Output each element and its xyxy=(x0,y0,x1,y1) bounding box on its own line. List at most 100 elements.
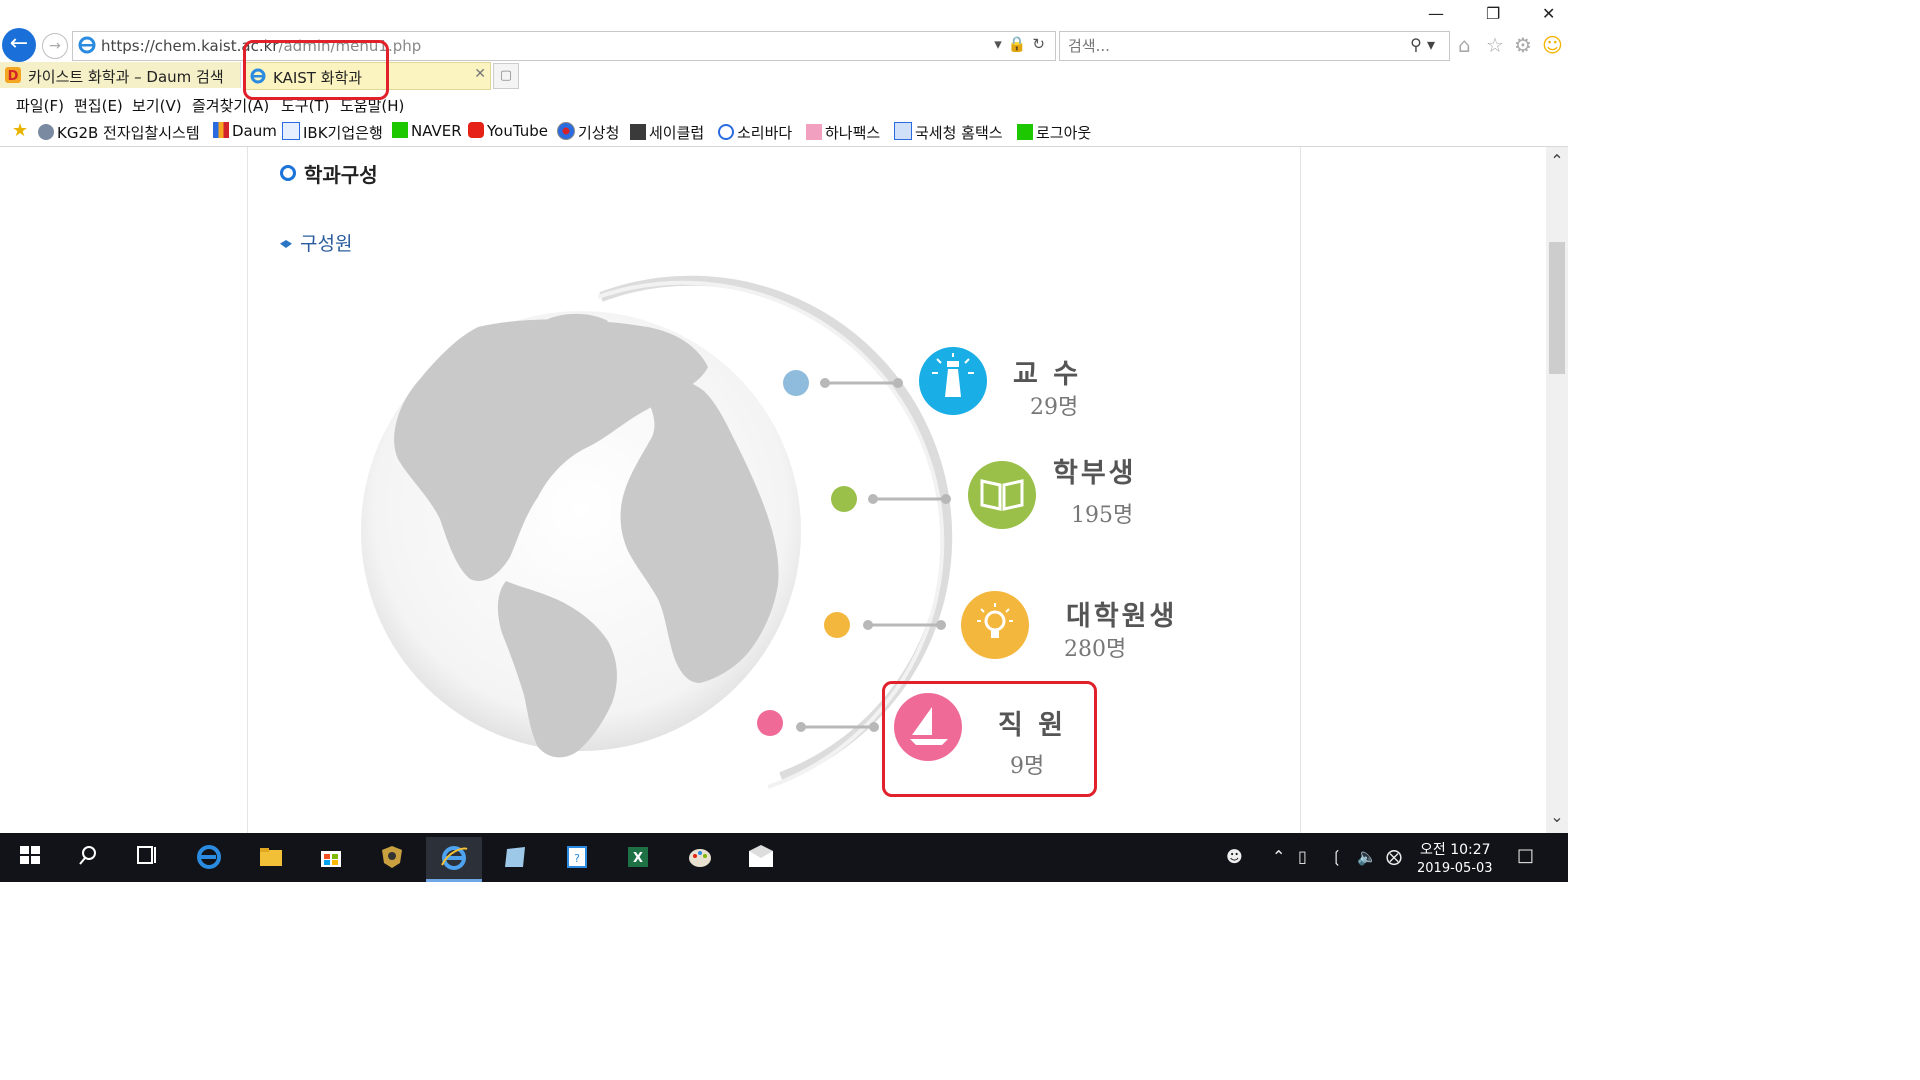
favorites-star-icon[interactable]: ☆ xyxy=(1486,33,1504,57)
fav-kg2b[interactable]: KG2B 전자입찰시스템 xyxy=(38,122,200,143)
svg-text:D: D xyxy=(8,69,19,84)
soribada-icon xyxy=(718,124,734,140)
taskbar: ? X ☻ ⌃ ▯ ❲ 🔈 ⨂ 오전 10:27 2019-05-03 □ xyxy=(0,833,1568,882)
back-button[interactable]: ← xyxy=(2,28,36,62)
edge-icon xyxy=(197,845,221,869)
hanafax-icon xyxy=(806,124,822,140)
fav-hometax[interactable]: 국세청 홈택스 xyxy=(894,122,1003,143)
palette-icon xyxy=(689,849,711,867)
sayclub-icon xyxy=(630,124,646,140)
store-icon xyxy=(321,851,341,867)
taskbar-store[interactable] xyxy=(303,837,359,879)
tab-daum-search[interactable]: D 카이스트 화학과 – Daum 검색 xyxy=(0,62,241,88)
notification-x-icon[interactable]: ⨂ xyxy=(1386,847,1402,866)
lock-icon[interactable]: 🔒 xyxy=(1008,35,1033,53)
clock-date[interactable]: 2019-05-03 xyxy=(1417,861,1493,876)
taskbar-app-notes[interactable] xyxy=(487,837,543,879)
staff-count: 9명 xyxy=(1010,754,1045,779)
home-icon[interactable]: ⌂ xyxy=(1458,33,1471,57)
search-box[interactable]: ⚲ ▾ xyxy=(1059,31,1450,61)
lightbulb-icon xyxy=(961,591,1029,659)
fav-kma[interactable]: 기상청 xyxy=(557,122,619,143)
tab-label: 카이스트 화학과 – Daum 검색 xyxy=(28,68,224,86)
taskbar-explorer[interactable] xyxy=(243,837,299,879)
network-icon[interactable]: ❲ xyxy=(1330,847,1343,866)
tab-strip: D 카이스트 화학과 – Daum 검색 KAIST 화학과 ✕ ▢ xyxy=(0,62,1568,90)
taskbar-edge[interactable] xyxy=(181,837,237,879)
document-icon: ? xyxy=(567,846,587,868)
professor-count: 29명 xyxy=(1030,395,1079,420)
menu-help[interactable]: 도움말(H) xyxy=(340,95,404,116)
fav-logout[interactable]: 로그아웃 xyxy=(1017,122,1091,143)
vertical-scrollbar[interactable]: ⌃ ⌄ xyxy=(1546,147,1568,833)
fav-daum[interactable]: Daum xyxy=(213,122,277,140)
volume-icon[interactable]: 🔈 xyxy=(1357,847,1377,866)
ibk-icon xyxy=(282,122,300,140)
dropdown-icon[interactable]: ▾ xyxy=(994,35,1008,53)
url-host: https://chem.kaist.ac.kr xyxy=(101,37,279,55)
scroll-up-icon[interactable]: ⌃ xyxy=(1546,151,1568,171)
content-column: 학과구성 구성원 교 수 29명 학부생 195명 대학원생 280명 직 원 … xyxy=(247,147,1301,833)
sailboat-icon xyxy=(894,693,962,761)
fav-soribada[interactable]: 소리바다 xyxy=(718,122,792,143)
naver-icon xyxy=(1017,124,1033,140)
close-tab-icon[interactable]: ✕ xyxy=(474,66,486,82)
smiley-icon[interactable]: ☺ xyxy=(1542,33,1563,57)
menu-file[interactable]: 파일(F) xyxy=(16,95,64,116)
fav-hanafax[interactable]: 하나팩스 xyxy=(806,122,880,143)
menu-view[interactable]: 보기(V) xyxy=(132,95,182,116)
tab-kaist-chem[interactable]: KAIST 화학과 ✕ xyxy=(244,62,491,90)
hometax-icon xyxy=(894,122,912,140)
scroll-down-icon[interactable]: ⌄ xyxy=(1546,807,1568,827)
gear-icon[interactable]: ⚙ xyxy=(1514,33,1532,57)
grad-label: 대학원생 xyxy=(1066,601,1178,632)
taskbar-app-hwp[interactable]: ? xyxy=(549,837,605,879)
chevron-up-icon[interactable]: ⌃ xyxy=(1272,847,1285,866)
url-path: /admin/menu1.php xyxy=(278,37,422,55)
menu-edit[interactable]: 편집(E) xyxy=(74,95,123,116)
people-icon[interactable]: ☻ xyxy=(1226,847,1243,866)
taskbar-excel[interactable]: X xyxy=(610,837,666,879)
clock-time[interactable]: 오전 10:27 xyxy=(1420,839,1491,859)
minimize-icon[interactable]: — xyxy=(1428,4,1444,23)
fav-youtube[interactable]: YouTube xyxy=(468,122,548,140)
new-tab-button[interactable]: ▢ xyxy=(493,63,519,89)
ie-icon xyxy=(441,846,468,870)
favorites-star-icon[interactable]: ★ xyxy=(12,120,28,141)
fav-ibk[interactable]: IBK기업은행 xyxy=(282,122,383,143)
menu-tools[interactable]: 도구(T) xyxy=(281,95,329,116)
members-infographic xyxy=(361,275,1036,789)
windows-icon xyxy=(20,846,40,864)
page-viewport: 학과구성 구성원 교 수 29명 학부생 195명 대학원생 280명 직 원 … xyxy=(0,147,1546,833)
professor-label: 교 수 xyxy=(1013,359,1082,390)
battery-icon[interactable]: ▯ xyxy=(1298,847,1307,866)
close-icon[interactable]: ✕ xyxy=(1542,4,1555,23)
url-text: https://chem.kaist.ac.kr/admin/menu1.php xyxy=(101,37,421,55)
svg-text:?: ? xyxy=(574,852,580,865)
staff-label: 직 원 xyxy=(998,710,1067,741)
restore-icon[interactable]: ❐ xyxy=(1486,4,1500,23)
search-icon xyxy=(79,846,96,865)
search-input[interactable] xyxy=(1066,36,1390,56)
taskbar-internet-explorer[interactable] xyxy=(426,837,482,882)
menu-favorites[interactable]: 즐겨찾기(A) xyxy=(192,95,269,116)
url-tools[interactable]: ▾🔒↻ xyxy=(994,35,1051,53)
action-center-icon[interactable]: □ xyxy=(1517,845,1534,866)
window-controls: — ❐ ✕ xyxy=(1398,0,1568,32)
taskbar-security-app[interactable] xyxy=(364,837,420,879)
address-bar[interactable]: https://chem.kaist.ac.kr/admin/menu1.php… xyxy=(72,31,1056,61)
toolbar-icons: ⌂ ☆ ⚙ ☺ xyxy=(1458,33,1566,57)
search-button[interactable] xyxy=(60,837,116,879)
task-view-button[interactable] xyxy=(119,837,175,879)
refresh-icon[interactable]: ↻ xyxy=(1032,35,1051,53)
fav-naver[interactable]: NAVER xyxy=(392,122,462,140)
search-icon[interactable]: ⚲ ▾ xyxy=(1410,35,1435,54)
fav-sayclub[interactable]: 세이클럽 xyxy=(630,122,704,143)
taskbar-mail[interactable] xyxy=(733,837,789,879)
taskbar-paint[interactable] xyxy=(672,837,728,879)
favorites-bar: ★ KG2B 전자입찰시스템 Daum IBK기업은행 NAVER YouTub… xyxy=(0,118,1568,147)
scroll-thumb[interactable] xyxy=(1549,242,1565,374)
forward-button[interactable]: → xyxy=(42,33,68,59)
start-button[interactable] xyxy=(2,837,58,879)
excel-icon: X xyxy=(628,847,648,867)
